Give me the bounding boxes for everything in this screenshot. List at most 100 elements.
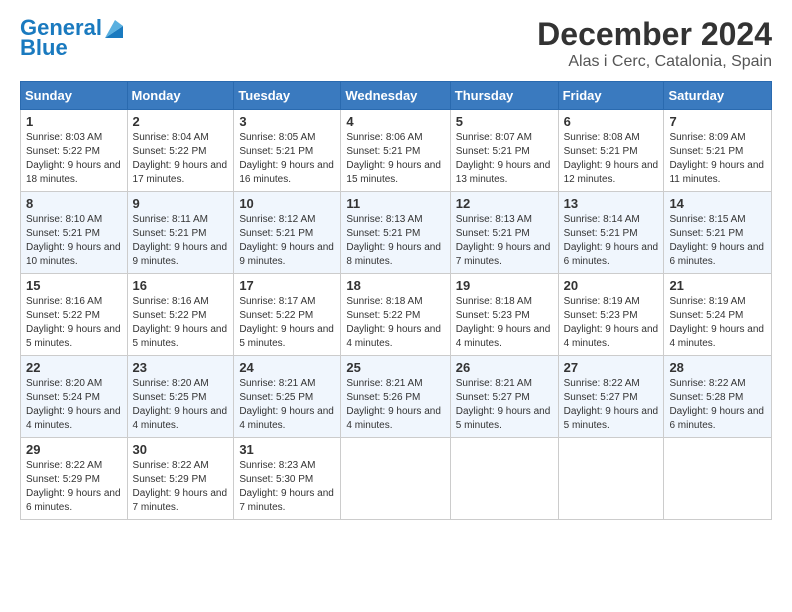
day-number: 28	[669, 360, 766, 375]
calendar-cell: 1 Sunrise: 8:03 AM Sunset: 5:22 PM Dayli…	[21, 110, 128, 192]
day-number: 15	[26, 278, 122, 293]
page: General Blue December 2024 Alas i Cerc, …	[0, 0, 792, 530]
col-monday: Monday	[127, 82, 234, 110]
day-number: 3	[239, 114, 335, 129]
calendar-header-row: Sunday Monday Tuesday Wednesday Thursday…	[21, 82, 772, 110]
day-info: Sunrise: 8:19 AM Sunset: 5:24 PM Dayligh…	[669, 295, 766, 351]
day-info: Sunrise: 8:21 AM Sunset: 5:27 PM Dayligh…	[456, 377, 553, 433]
day-number: 10	[239, 196, 335, 211]
calendar-cell: 2 Sunrise: 8:04 AM Sunset: 5:22 PM Dayli…	[127, 110, 234, 192]
day-number: 18	[346, 278, 444, 293]
calendar-cell	[341, 438, 450, 520]
day-info: Sunrise: 8:09 AM Sunset: 5:21 PM Dayligh…	[669, 131, 766, 187]
day-number: 5	[456, 114, 553, 129]
calendar-cell	[450, 438, 558, 520]
day-info: Sunrise: 8:11 AM Sunset: 5:21 PM Dayligh…	[133, 213, 229, 269]
day-info: Sunrise: 8:07 AM Sunset: 5:21 PM Dayligh…	[456, 131, 553, 187]
day-number: 31	[239, 442, 335, 457]
day-number: 20	[564, 278, 659, 293]
day-info: Sunrise: 8:05 AM Sunset: 5:21 PM Dayligh…	[239, 131, 335, 187]
day-info: Sunrise: 8:21 AM Sunset: 5:26 PM Dayligh…	[346, 377, 444, 433]
col-saturday: Saturday	[664, 82, 772, 110]
calendar-cell: 11 Sunrise: 8:13 AM Sunset: 5:21 PM Dayl…	[341, 192, 450, 274]
day-info: Sunrise: 8:19 AM Sunset: 5:23 PM Dayligh…	[564, 295, 659, 351]
calendar-week-row: 1 Sunrise: 8:03 AM Sunset: 5:22 PM Dayli…	[21, 110, 772, 192]
calendar-cell: 22 Sunrise: 8:20 AM Sunset: 5:24 PM Dayl…	[21, 356, 128, 438]
day-info: Sunrise: 8:13 AM Sunset: 5:21 PM Dayligh…	[456, 213, 553, 269]
calendar-cell: 23 Sunrise: 8:20 AM Sunset: 5:25 PM Dayl…	[127, 356, 234, 438]
calendar-cell: 17 Sunrise: 8:17 AM Sunset: 5:22 PM Dayl…	[234, 274, 341, 356]
calendar-cell: 21 Sunrise: 8:19 AM Sunset: 5:24 PM Dayl…	[664, 274, 772, 356]
day-info: Sunrise: 8:16 AM Sunset: 5:22 PM Dayligh…	[133, 295, 229, 351]
calendar-cell: 14 Sunrise: 8:15 AM Sunset: 5:21 PM Dayl…	[664, 192, 772, 274]
col-thursday: Thursday	[450, 82, 558, 110]
col-tuesday: Tuesday	[234, 82, 341, 110]
calendar-week-row: 15 Sunrise: 8:16 AM Sunset: 5:22 PM Dayl…	[21, 274, 772, 356]
day-info: Sunrise: 8:20 AM Sunset: 5:25 PM Dayligh…	[133, 377, 229, 433]
day-info: Sunrise: 8:20 AM Sunset: 5:24 PM Dayligh…	[26, 377, 122, 433]
logo-bird-icon	[105, 16, 123, 38]
calendar-cell: 29 Sunrise: 8:22 AM Sunset: 5:29 PM Dayl…	[21, 438, 128, 520]
day-number: 4	[346, 114, 444, 129]
calendar-cell: 13 Sunrise: 8:14 AM Sunset: 5:21 PM Dayl…	[558, 192, 664, 274]
day-info: Sunrise: 8:22 AM Sunset: 5:29 PM Dayligh…	[133, 459, 229, 515]
col-wednesday: Wednesday	[341, 82, 450, 110]
day-info: Sunrise: 8:13 AM Sunset: 5:21 PM Dayligh…	[346, 213, 444, 269]
day-info: Sunrise: 8:18 AM Sunset: 5:22 PM Dayligh…	[346, 295, 444, 351]
calendar-cell: 19 Sunrise: 8:18 AM Sunset: 5:23 PM Dayl…	[450, 274, 558, 356]
calendar-cell: 6 Sunrise: 8:08 AM Sunset: 5:21 PM Dayli…	[558, 110, 664, 192]
day-number: 26	[456, 360, 553, 375]
calendar-cell	[664, 438, 772, 520]
calendar-cell: 30 Sunrise: 8:22 AM Sunset: 5:29 PM Dayl…	[127, 438, 234, 520]
day-info: Sunrise: 8:22 AM Sunset: 5:29 PM Dayligh…	[26, 459, 122, 515]
day-info: Sunrise: 8:14 AM Sunset: 5:21 PM Dayligh…	[564, 213, 659, 269]
day-info: Sunrise: 8:17 AM Sunset: 5:22 PM Dayligh…	[239, 295, 335, 351]
day-info: Sunrise: 8:03 AM Sunset: 5:22 PM Dayligh…	[26, 131, 122, 187]
day-info: Sunrise: 8:23 AM Sunset: 5:30 PM Dayligh…	[239, 459, 335, 515]
calendar-cell: 18 Sunrise: 8:18 AM Sunset: 5:22 PM Dayl…	[341, 274, 450, 356]
calendar-cell: 3 Sunrise: 8:05 AM Sunset: 5:21 PM Dayli…	[234, 110, 341, 192]
col-sunday: Sunday	[21, 82, 128, 110]
day-number: 19	[456, 278, 553, 293]
calendar-cell: 20 Sunrise: 8:19 AM Sunset: 5:23 PM Dayl…	[558, 274, 664, 356]
calendar-cell: 25 Sunrise: 8:21 AM Sunset: 5:26 PM Dayl…	[341, 356, 450, 438]
calendar-week-row: 22 Sunrise: 8:20 AM Sunset: 5:24 PM Dayl…	[21, 356, 772, 438]
day-info: Sunrise: 8:21 AM Sunset: 5:25 PM Dayligh…	[239, 377, 335, 433]
day-number: 9	[133, 196, 229, 211]
day-number: 27	[564, 360, 659, 375]
day-info: Sunrise: 8:10 AM Sunset: 5:21 PM Dayligh…	[26, 213, 122, 269]
day-info: Sunrise: 8:04 AM Sunset: 5:22 PM Dayligh…	[133, 131, 229, 187]
calendar-cell: 26 Sunrise: 8:21 AM Sunset: 5:27 PM Dayl…	[450, 356, 558, 438]
main-title: December 2024	[537, 16, 772, 53]
calendar-cell: 5 Sunrise: 8:07 AM Sunset: 5:21 PM Dayli…	[450, 110, 558, 192]
day-number: 25	[346, 360, 444, 375]
day-info: Sunrise: 8:16 AM Sunset: 5:22 PM Dayligh…	[26, 295, 122, 351]
day-info: Sunrise: 8:22 AM Sunset: 5:28 PM Dayligh…	[669, 377, 766, 433]
day-number: 29	[26, 442, 122, 457]
calendar-cell: 27 Sunrise: 8:22 AM Sunset: 5:27 PM Dayl…	[558, 356, 664, 438]
day-number: 21	[669, 278, 766, 293]
calendar-cell: 16 Sunrise: 8:16 AM Sunset: 5:22 PM Dayl…	[127, 274, 234, 356]
day-number: 13	[564, 196, 659, 211]
calendar-cell: 8 Sunrise: 8:10 AM Sunset: 5:21 PM Dayli…	[21, 192, 128, 274]
day-number: 11	[346, 196, 444, 211]
day-number: 7	[669, 114, 766, 129]
day-number: 30	[133, 442, 229, 457]
day-info: Sunrise: 8:15 AM Sunset: 5:21 PM Dayligh…	[669, 213, 766, 269]
calendar-cell: 9 Sunrise: 8:11 AM Sunset: 5:21 PM Dayli…	[127, 192, 234, 274]
title-block: December 2024 Alas i Cerc, Catalonia, Sp…	[537, 16, 772, 71]
calendar-week-row: 29 Sunrise: 8:22 AM Sunset: 5:29 PM Dayl…	[21, 438, 772, 520]
calendar-cell	[558, 438, 664, 520]
calendar-cell: 28 Sunrise: 8:22 AM Sunset: 5:28 PM Dayl…	[664, 356, 772, 438]
day-number: 1	[26, 114, 122, 129]
day-info: Sunrise: 8:12 AM Sunset: 5:21 PM Dayligh…	[239, 213, 335, 269]
calendar-cell: 4 Sunrise: 8:06 AM Sunset: 5:21 PM Dayli…	[341, 110, 450, 192]
day-number: 16	[133, 278, 229, 293]
day-number: 23	[133, 360, 229, 375]
day-info: Sunrise: 8:06 AM Sunset: 5:21 PM Dayligh…	[346, 131, 444, 187]
col-friday: Friday	[558, 82, 664, 110]
calendar: Sunday Monday Tuesday Wednesday Thursday…	[20, 81, 772, 520]
header: General Blue December 2024 Alas i Cerc, …	[20, 16, 772, 71]
day-number: 2	[133, 114, 229, 129]
day-info: Sunrise: 8:18 AM Sunset: 5:23 PM Dayligh…	[456, 295, 553, 351]
